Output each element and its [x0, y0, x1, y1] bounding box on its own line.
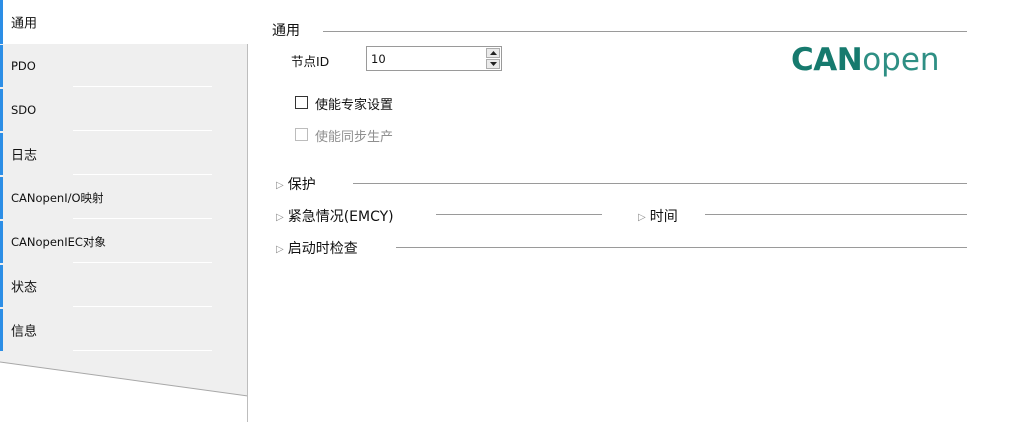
tab-label: 信息 — [11, 324, 38, 339]
tab-divider — [73, 86, 212, 87]
tab-status[interactable]: 状态 — [0, 264, 246, 307]
tab-pdo[interactable]: PDO — [0, 44, 246, 87]
tab-divider — [73, 218, 212, 219]
enable-sync-checkbox — [295, 128, 308, 141]
node-id-label: 节点ID — [291, 54, 330, 69]
tab-information[interactable]: 信息 — [0, 308, 246, 351]
expand-arrow-icon: ▷ — [276, 244, 284, 255]
logo-text-thin: open — [862, 42, 940, 78]
node-id-input[interactable] — [367, 47, 479, 70]
logo-text-bold: CAN — [791, 42, 863, 78]
node-id-spin-buttons — [486, 48, 500, 69]
tab-divider — [73, 174, 212, 175]
arrow-up-icon — [490, 51, 497, 55]
protection-section-title: 保护 — [287, 177, 316, 193]
tab-divider — [73, 262, 212, 263]
tab-log[interactable]: 日志 — [0, 132, 246, 175]
general-section-divider — [323, 31, 967, 32]
tab-canopen-io-mapping[interactable]: CANopenI/O映射 — [0, 176, 246, 219]
tab-divider — [73, 350, 212, 351]
startup-check-section-header[interactable]: ▷ 启动时检查 — [276, 238, 358, 258]
emcy-section-title: 紧急情况(EMCY) — [287, 209, 394, 225]
tab-general[interactable]: 通用 — [0, 0, 248, 44]
expand-arrow-icon: ▷ — [638, 212, 646, 223]
time-section-divider — [705, 214, 967, 215]
enable-expert-checkbox[interactable] — [295, 96, 308, 109]
tab-label: CANopenIEC对象 — [11, 234, 106, 249]
emcy-section-header[interactable]: ▷ 紧急情况(EMCY) — [276, 206, 394, 226]
expand-arrow-icon: ▷ — [276, 212, 284, 223]
general-section-title: 通用 — [272, 23, 300, 39]
tab-strip: 通用 PDO SDO 日志 CANopenI/O映射 CANopenIEC对象 … — [0, 0, 248, 422]
tab-sdo[interactable]: SDO — [0, 88, 246, 131]
canopen-logo: CANopen — [791, 45, 940, 76]
spin-down-button[interactable] — [486, 59, 500, 69]
node-id-spinbox[interactable] — [366, 46, 502, 71]
tab-label: PDO — [11, 58, 36, 73]
tab-canopen-iec-objects[interactable]: CANopenIEC对象 — [0, 220, 246, 263]
expand-arrow-icon: ▷ — [276, 180, 284, 191]
enable-expert-label: 使能专家设置 — [315, 98, 394, 113]
tab-label: 通用 — [11, 16, 38, 32]
startup-check-section-title: 启动时检查 — [287, 241, 358, 257]
spin-up-button[interactable] — [486, 48, 500, 58]
tab-strip-edge — [0, 352, 248, 422]
protection-section-divider — [353, 183, 967, 184]
tab-label: 日志 — [11, 148, 38, 163]
emcy-section-divider — [436, 214, 602, 215]
tab-label: CANopenI/O映射 — [11, 190, 104, 205]
tab-divider — [73, 130, 212, 131]
arrow-down-icon — [490, 62, 497, 66]
tab-label: 状态 — [11, 280, 38, 295]
startup-check-section-divider — [396, 247, 967, 248]
time-section-header[interactable]: ▷ 时间 — [638, 206, 678, 226]
protection-section-header[interactable]: ▷ 保护 — [276, 174, 316, 194]
enable-sync-label: 使能同步生产 — [315, 130, 394, 145]
time-section-title: 时间 — [649, 209, 678, 225]
tab-label: SDO — [11, 102, 37, 117]
tab-divider — [73, 306, 212, 307]
